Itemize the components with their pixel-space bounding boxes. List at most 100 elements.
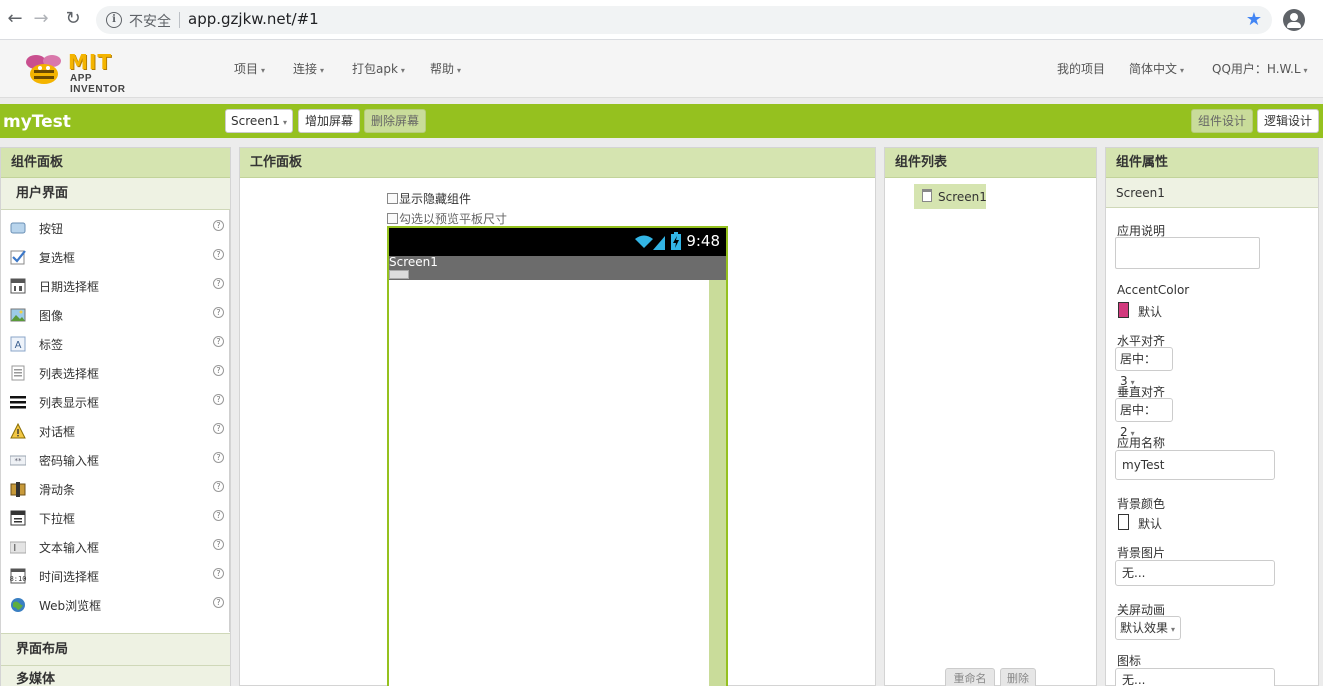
phone-title-bar: Screen1 xyxy=(389,256,726,280)
background-image-label: 背景图片 xyxy=(1117,546,1166,560)
chevron-down-icon: ▾ xyxy=(261,66,266,75)
properties-panel: 组件属性 Screen1 应用说明 AccentColor 默认 水平对齐 居中… xyxy=(1105,147,1319,686)
timepicker-icon: 8:10 xyxy=(10,568,26,584)
security-label: 不安全 xyxy=(129,14,171,30)
palette-section-media[interactable]: 多媒体 xyxy=(1,665,230,686)
palette-item-image[interactable]: 图像 ? xyxy=(1,301,230,330)
password-icon: ** xyxy=(10,455,26,466)
menu-build-apk[interactable]: 打包apk ▾ xyxy=(352,60,405,77)
palette-item-webviewer[interactable]: Web浏览框 ? xyxy=(1,591,230,620)
chevron-down-icon: ▾ xyxy=(1171,625,1176,634)
info-icon[interactable]: i xyxy=(106,12,122,28)
listpicker-icon xyxy=(11,365,25,381)
url-text[interactable]: app.gzjkw.net/#1 xyxy=(188,10,319,28)
app-header: MIT APP INVENTOR 项目 ▾ 连接 ▾ 打包apk ▾ 帮助 ▾ 我的项目… xyxy=(0,40,1323,98)
help-icon[interactable]: ? xyxy=(213,307,224,318)
delete-button[interactable]: 删除 xyxy=(1000,668,1036,686)
background-color-swatch[interactable] xyxy=(1118,514,1129,530)
address-divider xyxy=(179,12,180,28)
svg-text:A: A xyxy=(15,340,22,351)
tablet-preview-checkbox[interactable]: 勾选以预览平板尺寸 xyxy=(387,210,507,227)
align-horizontal-select[interactable]: 居中：3 ▾ xyxy=(1115,347,1173,388)
phone-preview[interactable]: 9:48 Screen1 xyxy=(387,226,728,686)
button-icon xyxy=(10,222,26,234)
help-icon[interactable]: ? xyxy=(213,249,224,260)
help-icon[interactable]: ? xyxy=(213,510,224,521)
show-hidden-checkbox[interactable]: 显示隐藏组件 xyxy=(387,190,471,207)
menu-project[interactable]: 项目 ▾ xyxy=(234,60,265,77)
back-icon[interactable]: ← xyxy=(4,8,26,30)
palette-item-notifier[interactable]: 对话框 ? xyxy=(1,417,230,446)
help-icon[interactable]: ? xyxy=(213,220,224,231)
palette-item-button[interactable]: 按钮 ? xyxy=(1,214,230,243)
close-animation-select[interactable]: 默认效果 ▾ xyxy=(1115,616,1181,640)
mit-app-inventor-logo[interactable]: MIT APP INVENTOR xyxy=(22,49,148,95)
palette-item-slider[interactable]: 滑动条 ? xyxy=(1,475,230,504)
forward-icon[interactable]: → xyxy=(30,8,52,30)
account-icon[interactable] xyxy=(1283,9,1305,31)
help-icon[interactable]: ? xyxy=(213,365,224,376)
reload-icon[interactable]: ↻ xyxy=(62,8,84,30)
phone-scrollbar[interactable] xyxy=(709,280,726,686)
address-bar[interactable]: i 不安全 app.gzjkw.net/#1 ★ xyxy=(96,6,1272,34)
webviewer-icon xyxy=(11,598,25,612)
background-color-value[interactable]: 默认 xyxy=(1138,515,1162,532)
chevron-down-icon: ▾ xyxy=(282,118,287,127)
image-icon xyxy=(10,308,26,322)
about-textarea[interactable] xyxy=(1115,237,1260,269)
remove-screen-button[interactable]: 删除屏幕 xyxy=(364,109,426,133)
background-image-input[interactable]: 无... xyxy=(1115,560,1275,586)
language-menu[interactable]: 简体中文 ▾ xyxy=(1129,60,1184,77)
bookmark-star-icon[interactable]: ★ xyxy=(1246,9,1262,30)
accent-color-swatch[interactable] xyxy=(1118,302,1129,318)
menu-help[interactable]: 帮助 ▾ xyxy=(430,60,461,77)
chevron-down-icon: ▾ xyxy=(1180,66,1185,75)
help-icon[interactable]: ? xyxy=(213,278,224,289)
palette-item-spinner[interactable]: 下拉框 ? xyxy=(1,504,230,533)
accent-color-label: AccentColor xyxy=(1117,283,1190,297)
help-icon[interactable]: ? xyxy=(213,539,224,550)
palette-list: 按钮 ? 复选框 ? 日期选择框 ? 图像 ? A 标签 ? 列表选择框 ? 列… xyxy=(1,210,230,632)
checkbox-box[interactable] xyxy=(387,213,398,224)
designer-button[interactable]: 组件设计 xyxy=(1191,109,1253,133)
help-icon[interactable]: ? xyxy=(213,423,224,434)
menu-connect[interactable]: 连接 ▾ xyxy=(293,60,324,77)
chevron-down-icon: ▾ xyxy=(1303,66,1308,75)
user-menu[interactable]: QQ用户：H.W.L ▾ xyxy=(1212,60,1308,77)
icon-input[interactable]: 无... xyxy=(1115,668,1275,686)
status-time: 9:48 xyxy=(686,232,720,250)
screen-select-button[interactable]: Screen1 ▾ xyxy=(225,109,293,133)
non-visible-components-tab xyxy=(389,270,409,279)
help-icon[interactable]: ? xyxy=(213,336,224,347)
palette-item-timepicker[interactable]: 8:10 时间选择框 ? xyxy=(1,562,230,591)
palette-item-textbox[interactable]: 文本输入框 ? xyxy=(1,533,230,562)
palette-item-listpicker[interactable]: 列表选择框 ? xyxy=(1,359,230,388)
palette-item-label[interactable]: A 标签 ? xyxy=(1,330,230,359)
palette-item-password[interactable]: ** 密码输入框 ? xyxy=(1,446,230,475)
help-icon[interactable]: ? xyxy=(213,597,224,608)
rename-button[interactable]: 重命名 xyxy=(945,668,995,686)
battery-icon xyxy=(671,232,681,250)
help-icon[interactable]: ? xyxy=(213,452,224,463)
blocks-button[interactable]: 逻辑设计 xyxy=(1257,109,1319,133)
palette-item-datepicker[interactable]: 日期选择框 ? xyxy=(1,272,230,301)
add-screen-button[interactable]: 增加屏幕 xyxy=(298,109,360,133)
selected-component-name: Screen1 xyxy=(1106,178,1318,208)
palette-section-user-interface[interactable]: 用户界面 xyxy=(1,178,230,210)
checkbox-box[interactable] xyxy=(387,193,398,204)
palette-item-checkbox[interactable]: 复选框 ? xyxy=(1,243,230,272)
palette-item-listview[interactable]: 列表显示框 ? xyxy=(1,388,230,417)
signal-icon xyxy=(653,236,665,250)
palette-section-layout[interactable]: 界面布局 xyxy=(1,633,230,665)
logo-mit-text: MIT xyxy=(68,50,112,74)
align-vertical-select[interactable]: 居中：2 ▾ xyxy=(1115,398,1173,439)
help-icon[interactable]: ? xyxy=(213,394,224,405)
datepicker-icon xyxy=(10,278,26,294)
app-name-input[interactable]: myTest xyxy=(1115,450,1275,480)
help-icon[interactable]: ? xyxy=(213,481,224,492)
tree-item-screen1[interactable]: Screen1 xyxy=(914,184,987,209)
my-projects-link[interactable]: 我的项目 xyxy=(1057,60,1105,77)
screen-title: Screen1 xyxy=(389,255,438,269)
accent-color-value[interactable]: 默认 xyxy=(1138,303,1162,320)
help-icon[interactable]: ? xyxy=(213,568,224,579)
